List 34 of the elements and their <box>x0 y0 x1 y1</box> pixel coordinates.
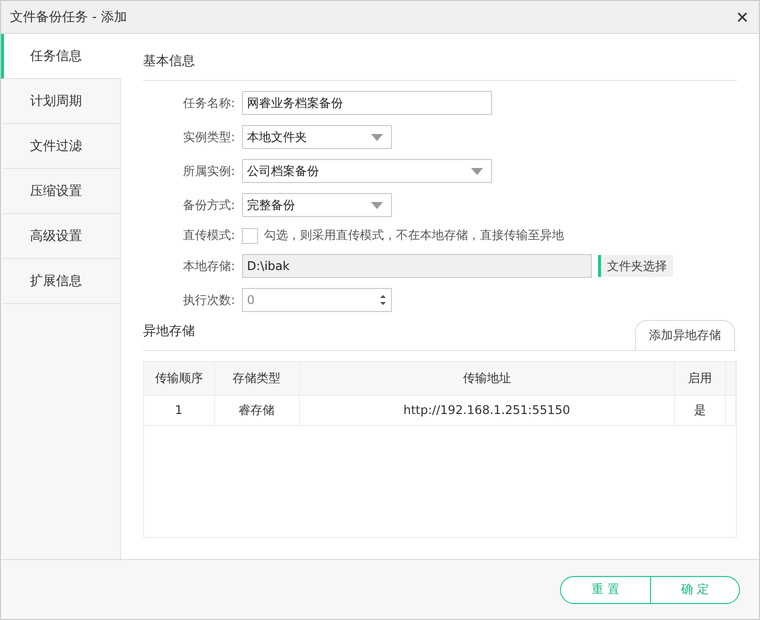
dropdown-caret-icon <box>371 202 383 208</box>
select-field[interactable]: 公司档案备份 <box>242 159 492 183</box>
add-remote-storage-tab[interactable]: 添加异地存储 <box>635 320 735 350</box>
field-label: 实例类型: <box>182 128 235 146</box>
column-header: 传输顺序 <box>144 362 214 395</box>
field-label: 直传模式: <box>182 227 235 244</box>
sidebar-tab[interactable]: 任务信息 <box>1 34 121 79</box>
close-button[interactable]: ✕ <box>734 8 751 26</box>
select-field[interactable]: 本地文件夹 <box>242 125 392 149</box>
section-title: 异地存储 <box>143 323 195 341</box>
section-title: 基本信息 <box>143 53 195 71</box>
input-field[interactable]: 网睿业务档案备份 <box>242 91 492 115</box>
select-field[interactable]: 完整备份 <box>242 193 392 217</box>
checkbox-label: 勾选，则采用直传模式，不在本地存储，直接传输至异地 <box>264 227 564 244</box>
window-title: 文件备份任务 - 添加 <box>10 9 127 26</box>
field-label: 备份方式: <box>182 196 235 214</box>
number-field[interactable]: 0 <box>242 288 392 312</box>
spinner-icon[interactable] <box>379 292 387 308</box>
checkbox[interactable] <box>242 228 258 244</box>
column-header: 存储类型 <box>214 362 299 395</box>
table-cell: 1 <box>144 395 214 425</box>
column-header: 传输地址 <box>299 362 674 395</box>
path-field[interactable]: D:\ibak <box>242 254 592 278</box>
field-label: 所属实例: <box>182 162 235 180</box>
folder-select-button[interactable]: 文件夹选择 <box>598 255 673 277</box>
table-cell: 是 <box>674 395 726 425</box>
table-cell: 睿存储 <box>214 395 299 425</box>
field-label: 执行次数: <box>182 292 235 308</box>
column-header: 启用 <box>674 362 726 395</box>
field-label: 本地存储: <box>182 258 235 274</box>
table-cell: http://192.168.1.251:55150 <box>299 395 674 425</box>
dropdown-caret-icon <box>371 134 383 140</box>
dropdown-caret-icon <box>471 168 483 174</box>
field-label: 任务名称: <box>182 94 235 112</box>
